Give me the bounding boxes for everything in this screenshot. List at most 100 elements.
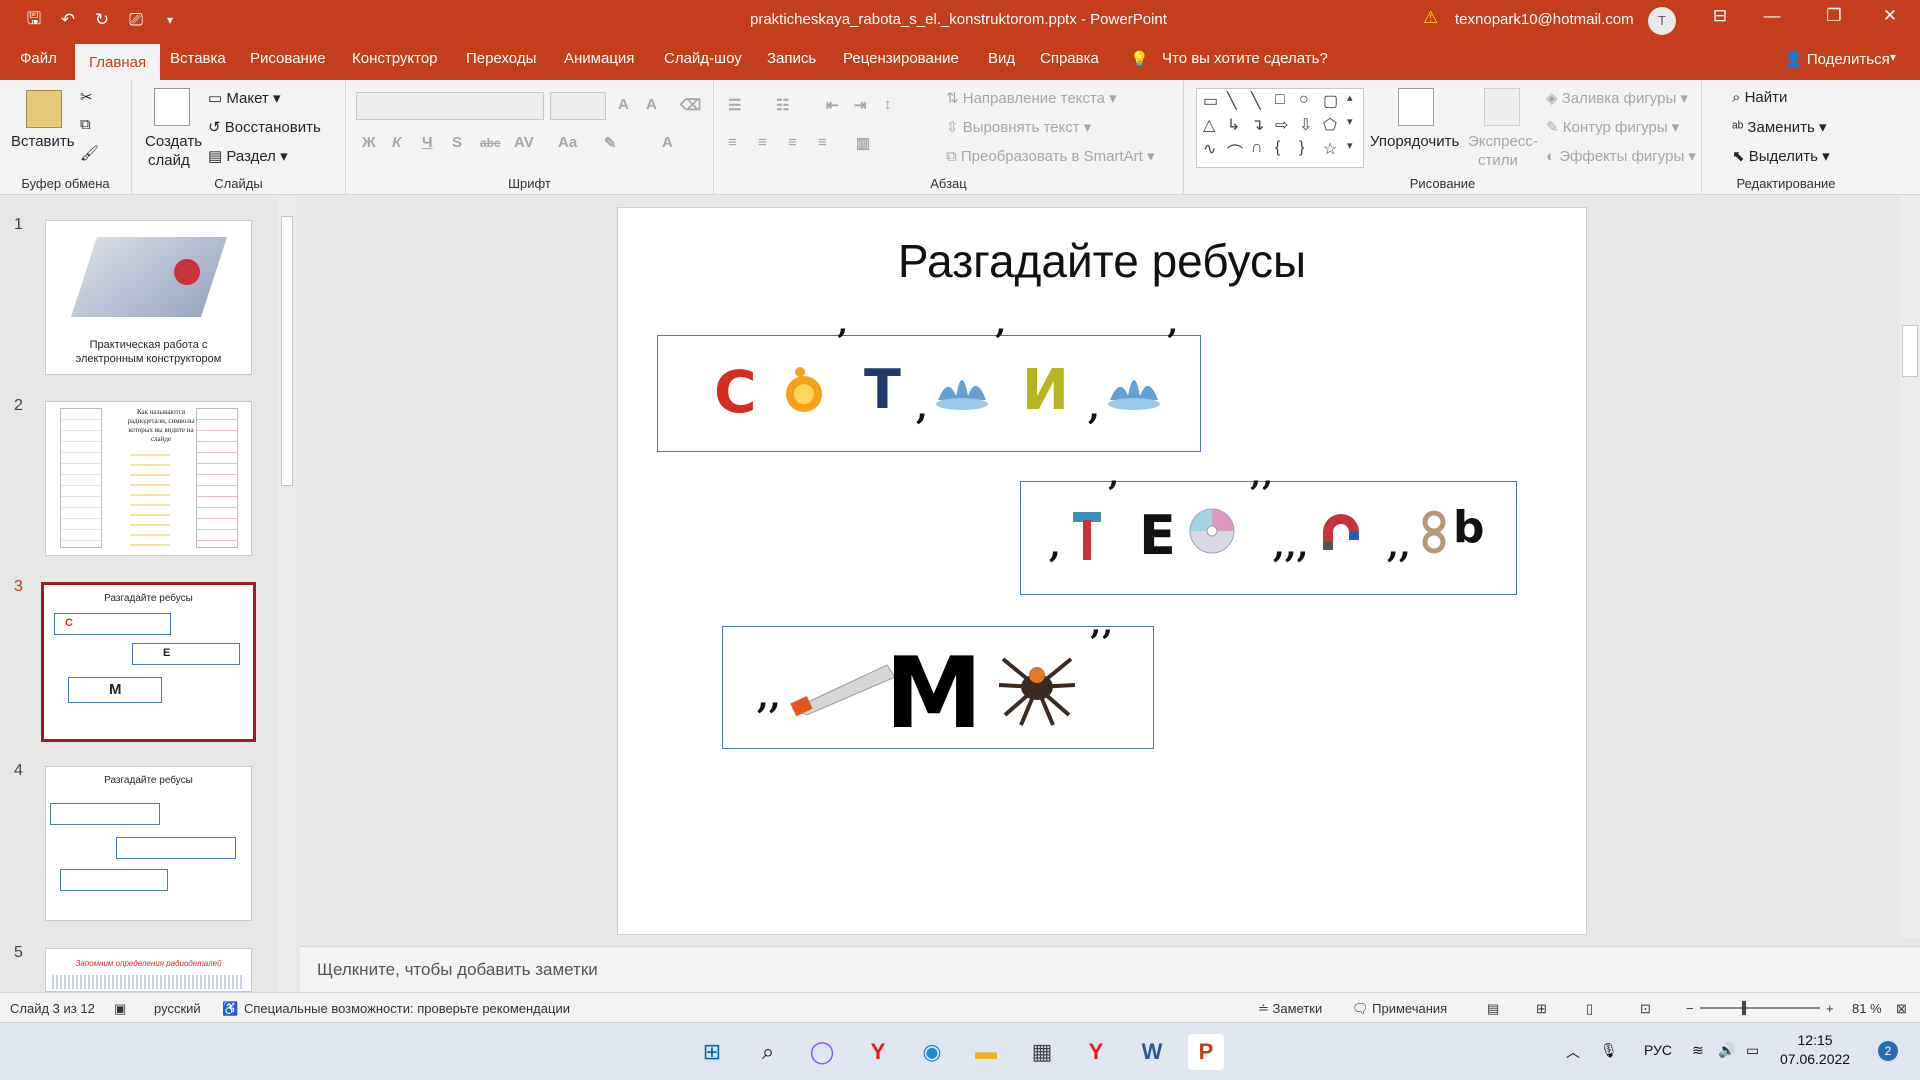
right-arrow-shape-icon[interactable]: ⇨ — [1275, 115, 1288, 135]
paste-icon[interactable] — [26, 90, 62, 128]
account-email[interactable]: texnopark10@hotmail.com — [1455, 11, 1634, 28]
tab-file[interactable]: Файл — [20, 50, 57, 67]
redo-icon[interactable]: ↻ — [88, 10, 116, 30]
shadow-button[interactable]: S — [452, 134, 462, 151]
smartart-button[interactable]: ⧉ Преобразовать в SmartArt ▾ — [946, 147, 1155, 165]
tab-record[interactable]: Запись — [767, 50, 816, 67]
minimize-icon[interactable]: — — [1752, 6, 1792, 26]
slide-title[interactable]: Разгадайте ребусы — [618, 234, 1586, 288]
customize-qat-icon[interactable]: ▾ — [156, 13, 184, 27]
arrange-icon[interactable] — [1398, 88, 1434, 126]
down-arrow-shape-icon[interactable]: ⇩ — [1299, 115, 1312, 135]
spelling-icon[interactable]: ▣ — [114, 1001, 126, 1017]
layout-button[interactable]: ▭ Макет ▾ — [208, 89, 281, 107]
font-size-combo[interactable] — [550, 92, 606, 120]
accessibility-icon[interactable]: ♿ — [222, 1001, 238, 1017]
tab-home[interactable]: Главная — [75, 44, 161, 80]
save-icon[interactable]: 🖫 — [20, 6, 48, 35]
wifi-icon[interactable]: ≋ — [1692, 1042, 1704, 1059]
slide-scroll-thumb[interactable] — [1902, 325, 1918, 377]
shape-effects-button[interactable]: ◐ Эффекты фигуры ▾ — [1546, 147, 1696, 165]
arc-shape-icon[interactable]: ⌒ — [1227, 139, 1243, 163]
alice-icon[interactable]: ◯ — [804, 1034, 840, 1070]
avatar[interactable]: T — [1648, 7, 1676, 35]
shape-outline-button[interactable]: ✎ Контур фигуры ▾ — [1546, 118, 1679, 136]
select-button[interactable]: ⬉ Выделить ▾ — [1732, 147, 1830, 165]
tab-draw[interactable]: Рисование — [250, 50, 326, 67]
curve-shape-icon[interactable]: ∩ — [1251, 139, 1263, 157]
edge-icon[interactable]: ◉ — [914, 1034, 950, 1070]
search-icon[interactable]: ⌕ — [750, 1034, 786, 1070]
line-spacing-icon[interactable]: ↕ — [884, 96, 892, 113]
zoom-slider[interactable] — [1700, 1007, 1820, 1009]
comments-toggle[interactable]: 🗨 Примечания — [1352, 1001, 1447, 1017]
rectangle-shape-icon[interactable]: □ — [1275, 91, 1285, 109]
maximize-icon[interactable]: ❐ — [1814, 6, 1854, 26]
rebus-3[interactable]: ,, М ’’ — [722, 623, 1154, 751]
notes-placeholder[interactable]: Щелкните, чтобы добавить заметки — [317, 960, 598, 980]
file-explorer-icon[interactable]: ▬ — [968, 1034, 1004, 1070]
bullets-icon[interactable]: ☰ — [728, 96, 741, 114]
slide-scrollbar[interactable] — [1900, 196, 1920, 938]
bold-button[interactable]: Ж — [362, 134, 376, 151]
columns-icon[interactable]: ▥ — [856, 134, 870, 152]
zoom-out-icon[interactable]: − — [1686, 1001, 1694, 1016]
rounded-rect-shape-icon[interactable]: ▢ — [1323, 91, 1338, 111]
yandex-browser-icon[interactable]: Y — [860, 1034, 896, 1070]
oval-shape-icon[interactable]: ○ — [1299, 91, 1309, 109]
tab-slideshow[interactable]: Слайд-шоу — [664, 50, 742, 67]
cut-icon[interactable]: ✂ — [80, 88, 93, 106]
gallery-down-icon[interactable]: ▾ — [1347, 115, 1353, 128]
slide-thumbnail-3[interactable]: Разгадайте ребусы С Е М — [41, 582, 256, 742]
gallery-up-icon[interactable]: ▴ — [1347, 91, 1353, 104]
input-language[interactable]: РУС — [1644, 1042, 1672, 1058]
slide-thumbnail-4[interactable]: Разгадайте ребусы — [45, 766, 252, 921]
find-button[interactable]: ⌕ Найти — [1732, 89, 1787, 106]
notification-badge[interactable]: 2 — [1878, 1041, 1898, 1061]
font-name-combo[interactable] — [356, 92, 544, 120]
slide-thumbnail-2[interactable]: Как называются радиодетали, символы кото… — [45, 401, 252, 556]
change-case-button[interactable]: Aa — [558, 134, 577, 151]
connector-shape-icon[interactable]: ↴ — [1251, 115, 1264, 135]
undo-icon[interactable]: ↶ — [54, 10, 82, 30]
textbox-shape-icon[interactable]: ▭ — [1203, 91, 1218, 111]
brace-right-shape-icon[interactable]: } — [1299, 139, 1304, 157]
slide-thumbnail-5[interactable]: Запомним определения радиодеталей — [45, 948, 252, 992]
align-left-icon[interactable]: ≡ — [728, 134, 737, 151]
highlight-icon[interactable]: ✎ — [604, 134, 617, 152]
strikethrough-button[interactable]: abc — [480, 136, 501, 150]
decrease-indent-icon[interactable]: ⇤ — [826, 96, 839, 114]
zoom-in-icon[interactable]: + — [1826, 1001, 1834, 1016]
rebus-2[interactable]: , ’ Е ’’ ,,, ,, b — [1020, 474, 1517, 595]
font-color-button[interactable]: A — [662, 134, 673, 151]
quick-styles-label-2[interactable]: стили — [1478, 152, 1518, 169]
tab-insert[interactable]: Вставка — [170, 50, 226, 67]
tab-transitions[interactable]: Переходы — [466, 50, 536, 67]
slideshow-icon[interactable]: ⊡ — [1640, 1001, 1651, 1017]
line2-shape-icon[interactable]: ╲ — [1251, 91, 1261, 111]
share-button[interactable]: 👤 Поделиться — [1784, 50, 1890, 68]
clear-format-icon[interactable]: ⌫ — [680, 96, 701, 114]
new-slide-icon[interactable] — [154, 88, 190, 126]
spacing-button[interactable]: AV — [514, 134, 534, 151]
align-center-icon[interactable]: ≡ — [758, 134, 767, 151]
slide-sorter-icon[interactable]: ⊞ — [1536, 1001, 1547, 1017]
text-direction-button[interactable]: ⇅ Направление текста ▾ — [946, 89, 1117, 107]
reading-view-icon[interactable]: ▯ — [1586, 1001, 1593, 1017]
tab-view[interactable]: Вид — [988, 50, 1015, 67]
notes-toggle[interactable]: ≐ Заметки — [1258, 1001, 1322, 1017]
language-indicator[interactable]: русский — [154, 1001, 201, 1016]
replace-button[interactable]: ᵃᵇ Заменить ▾ — [1732, 118, 1827, 136]
battery-icon[interactable]: ▭ — [1746, 1042, 1759, 1059]
normal-view-icon[interactable]: ▤ — [1487, 1001, 1499, 1017]
current-slide[interactable]: Разгадайте ребусы С ’ Т , ’ И , ’ , ’ Е … — [617, 207, 1587, 935]
thumbnails-scroll-thumb[interactable] — [281, 216, 293, 486]
brace-left-shape-icon[interactable]: { — [1275, 139, 1280, 157]
increase-font-icon[interactable]: A — [618, 96, 629, 113]
zoom-slider-thumb[interactable] — [1742, 1001, 1746, 1015]
tell-me-search[interactable]: Что вы хотите сделать? — [1162, 50, 1328, 67]
tab-review[interactable]: Рецензирование — [843, 50, 959, 67]
copy-icon[interactable]: ⧉ — [80, 116, 91, 133]
microphone-icon[interactable]: 🎙 — [1600, 1042, 1618, 1059]
yandex-icon[interactable]: Y — [1078, 1034, 1114, 1070]
